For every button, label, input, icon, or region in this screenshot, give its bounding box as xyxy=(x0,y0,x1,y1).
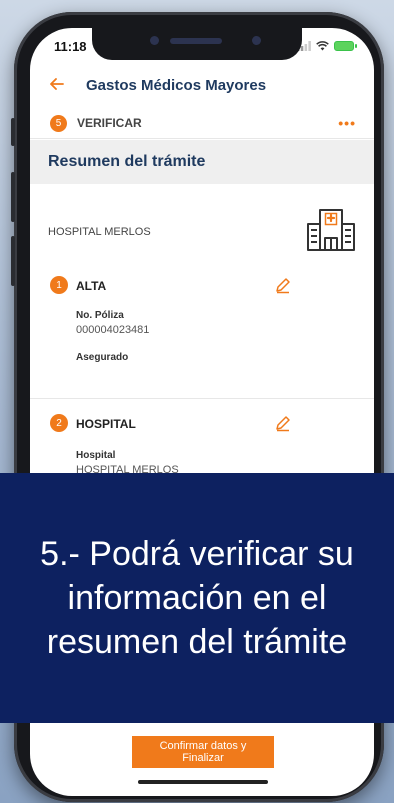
hospital-name: HOSPITAL MERLOS xyxy=(48,226,151,238)
hospital-icon xyxy=(307,209,355,251)
speaker-grille xyxy=(170,38,222,44)
more-menu-icon[interactable]: ••• xyxy=(338,115,356,131)
field-label: Hospital xyxy=(76,450,116,461)
camera-icon xyxy=(150,36,159,45)
field-label: No. Póliza xyxy=(76,310,124,321)
nav-bar: Gastos Médicos Mayores xyxy=(30,68,374,102)
field-label: Asegurado xyxy=(76,352,129,363)
phone-side-button xyxy=(11,118,15,146)
instruction-overlay: 5.- Podrá verificar su información en el… xyxy=(0,473,394,723)
section-number-badge: 2 xyxy=(50,414,68,432)
section-title: ALTA xyxy=(76,279,107,293)
section-number-badge: 1 xyxy=(50,276,68,294)
status-time: 11:18 xyxy=(54,38,87,54)
summary-title: Resumen del trámite xyxy=(48,153,206,170)
field-value: 000004023481 xyxy=(76,324,150,336)
hospital-summary-row: HOSPITAL MERLOS xyxy=(30,200,374,270)
home-indicator xyxy=(138,780,268,784)
step-label: VERIFICAR xyxy=(77,116,142,130)
phone-notch xyxy=(92,28,302,60)
wifi-icon xyxy=(316,41,329,51)
pencil-icon[interactable] xyxy=(274,276,292,294)
divider xyxy=(30,398,374,399)
summary-header: Resumen del trámite xyxy=(30,140,374,184)
sensor-icon xyxy=(252,36,261,45)
status-icons xyxy=(297,41,357,51)
battery-icon xyxy=(334,41,357,51)
summary-section-alta: 1 ALTA No. Póliza 000004023481 Asegurado xyxy=(30,276,374,396)
step-number-badge: 5 xyxy=(50,114,67,132)
section-title: HOSPITAL xyxy=(76,417,136,431)
instruction-line: información en el xyxy=(67,579,327,617)
phone-side-button xyxy=(11,172,15,222)
confirm-and-finish-button[interactable]: Confirmar datos y Finalizar xyxy=(132,736,274,768)
phone-side-button xyxy=(11,236,15,286)
instruction-text: 5.- Podrá verificar su información en el… xyxy=(0,532,394,664)
step-indicator: 5 VERIFICAR ••• xyxy=(30,108,374,139)
page-title: Gastos Médicos Mayores xyxy=(86,76,267,94)
instruction-line: 5.- Podrá verificar su xyxy=(40,535,354,573)
instruction-line: resumen del trámite xyxy=(46,623,348,661)
pencil-icon[interactable] xyxy=(274,414,292,432)
summary-section-hospital: 2 HOSPITAL Hospital HOSPITAL MERLOS xyxy=(30,414,374,476)
arrow-left-icon[interactable] xyxy=(50,75,74,95)
